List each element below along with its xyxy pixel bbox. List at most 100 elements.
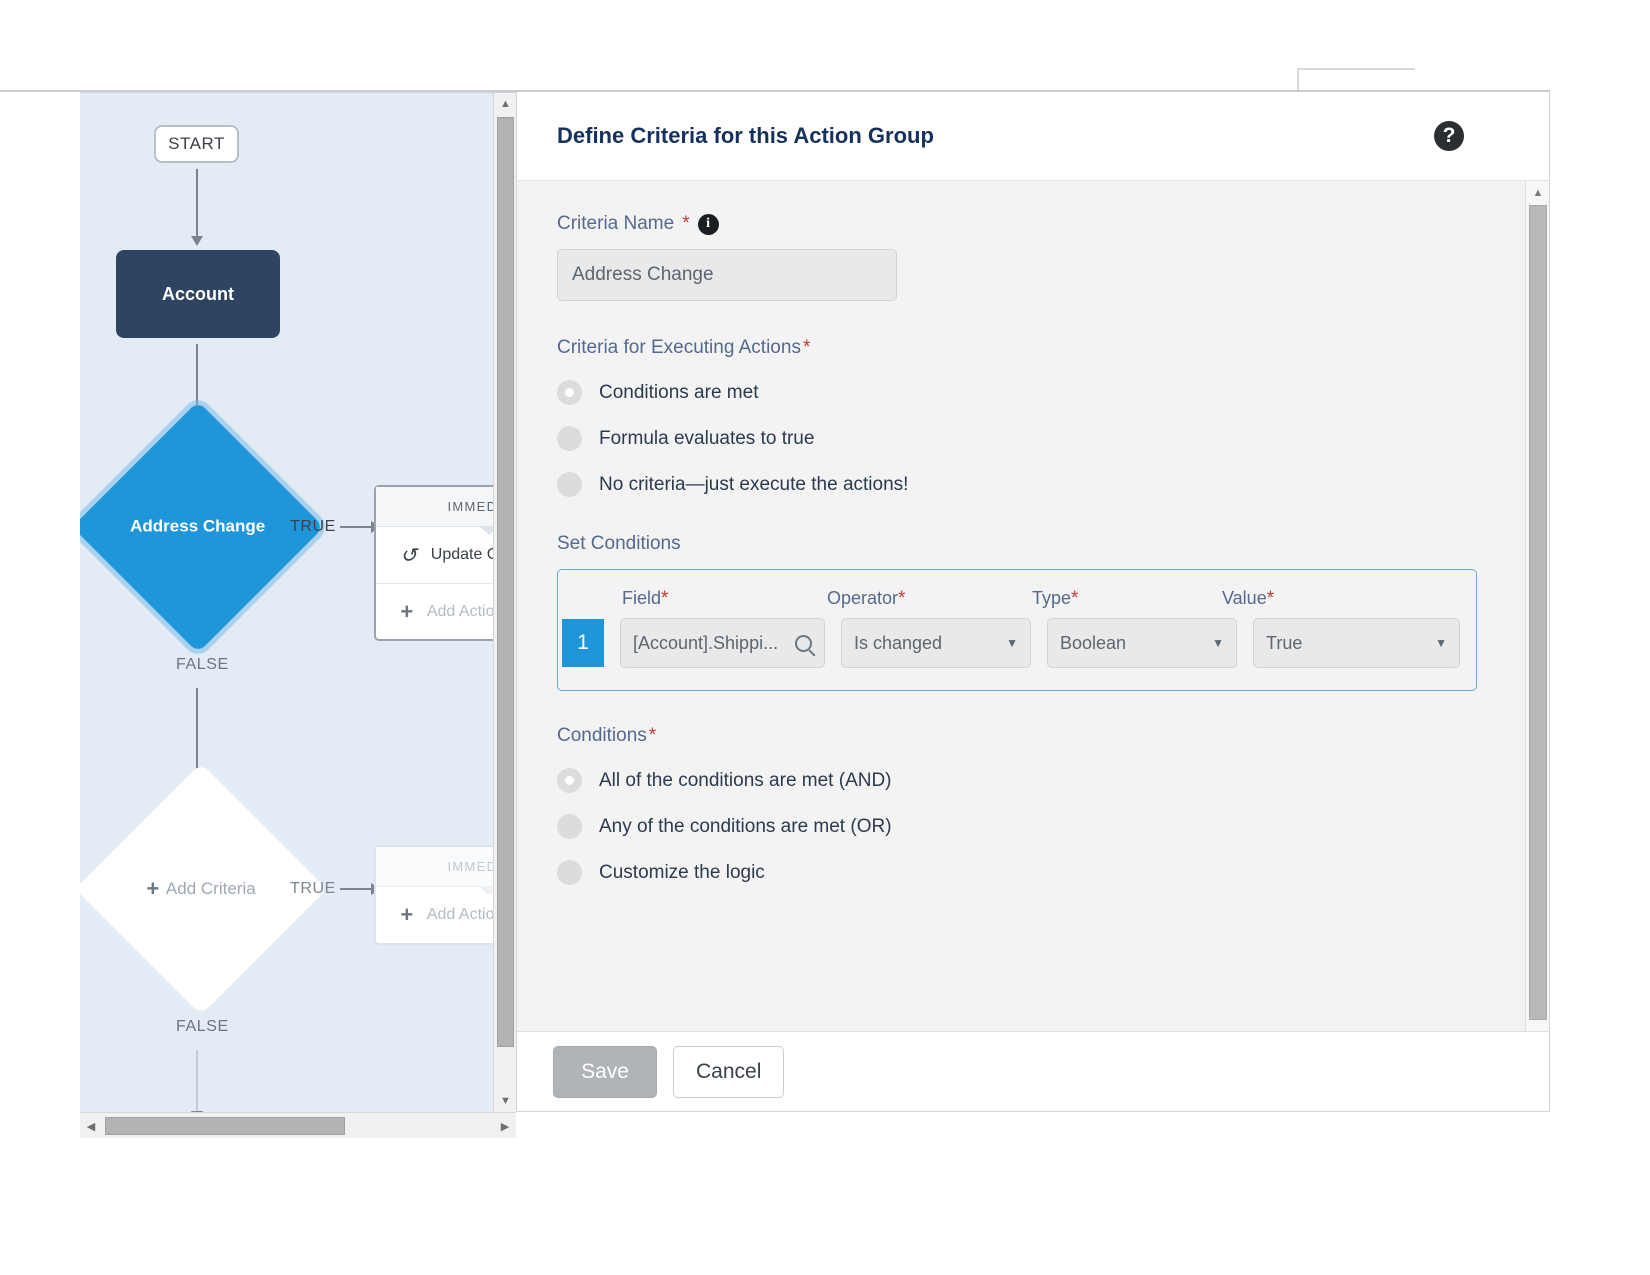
search-icon[interactable] xyxy=(795,634,812,652)
conditions-label-row: Conditions * xyxy=(557,725,1509,747)
add-action-label: Add Actio xyxy=(426,906,495,923)
scroll-up-arrow-icon[interactable]: ▲ xyxy=(1526,183,1549,203)
connector-start-to-object xyxy=(191,169,203,246)
flow-node-object-account[interactable]: Account xyxy=(116,250,280,338)
column-header-field: Field* xyxy=(622,588,827,610)
column-header-operator: Operator* xyxy=(827,588,1032,610)
table-row: 1 [Account].Shippi... Is changed ▼ Boole… xyxy=(558,618,1476,668)
required-marker: * xyxy=(802,337,811,358)
required-marker: * xyxy=(898,588,906,609)
flow-node-start-label: START xyxy=(168,134,225,153)
help-icon[interactable]: ? xyxy=(1434,121,1464,151)
flow-node-criteria-address-change[interactable]: Address Change xyxy=(80,401,324,653)
required-marker: * xyxy=(661,588,669,609)
column-header-value-label: Value xyxy=(1222,588,1267,608)
chevron-down-icon: ▼ xyxy=(1212,636,1224,650)
radio-label: No criteria—just execute the actions! xyxy=(599,473,909,495)
branch-label-false-2: FALSE xyxy=(176,1018,229,1035)
condition-value-select[interactable]: True ▼ xyxy=(1253,618,1460,668)
criteria-name-label: Criteria Name xyxy=(557,213,675,234)
column-header-field-label: Field xyxy=(622,588,662,608)
top-fragment-divider xyxy=(1297,68,1299,90)
radio-any-conditions-or[interactable]: Any of the conditions are met (OR) xyxy=(557,814,1509,839)
flow-node-add-criteria-label: Add Criteria xyxy=(166,879,256,898)
dialog-header: Define Criteria for this Action Group ? xyxy=(517,92,1549,180)
radio-label: Any of the conditions are met (OR) xyxy=(599,815,892,837)
radio-conditions-are-met[interactable]: Conditions are met xyxy=(557,380,1509,405)
column-header-value: Value* xyxy=(1222,588,1427,610)
column-header-operator-label: Operator xyxy=(827,588,899,608)
criteria-for-executing-label-row: Criteria for Executing Actions * xyxy=(557,337,1509,359)
condition-type-value: Boolean xyxy=(1060,632,1127,653)
scroll-left-arrow-icon[interactable]: ◀ xyxy=(80,1113,102,1139)
branch-label-true-2: TRUE xyxy=(290,880,336,897)
cancel-button[interactable]: Cancel xyxy=(673,1045,785,1098)
criteria-for-executing-label: Criteria for Executing Actions xyxy=(557,337,801,358)
canvas-vscroll-thumb[interactable] xyxy=(497,117,514,1047)
chevron-down-icon: ▼ xyxy=(1006,636,1018,650)
set-conditions-card: Field* Operator* Type* Value* 1 [Account… xyxy=(557,569,1477,691)
radio-button-icon[interactable] xyxy=(557,472,582,497)
scroll-down-arrow-icon[interactable]: ▼ xyxy=(494,1090,516,1112)
required-marker: * xyxy=(1266,588,1275,609)
dialog-vertical-scrollbar[interactable]: ▲ ▼ xyxy=(1525,181,1549,1071)
app-root: START Account Address Change TRUE FALSE … xyxy=(0,0,1650,1275)
column-header-type-label: Type xyxy=(1032,588,1072,608)
flow-node-start[interactable]: START xyxy=(154,125,239,163)
radio-label: Formula evaluates to true xyxy=(599,427,815,449)
info-icon[interactable]: i xyxy=(697,213,719,235)
branch-label-true-1: TRUE xyxy=(290,518,336,535)
set-conditions-header-row: Field* Operator* Type* Value* xyxy=(558,588,1476,610)
radio-button-icon[interactable] xyxy=(557,768,582,793)
process-flowchart-canvas[interactable]: START Account Address Change TRUE FALSE … xyxy=(80,92,516,1112)
criteria-name-input[interactable]: Address Change xyxy=(557,249,897,301)
conditions-label: Conditions xyxy=(557,725,647,746)
condition-field-input[interactable]: [Account].Shippi... xyxy=(620,618,825,668)
scroll-up-arrow-icon[interactable]: ▲ xyxy=(494,93,516,115)
radio-button-icon[interactable] xyxy=(557,380,582,405)
radio-label: Customize the logic xyxy=(599,861,765,883)
canvas-hscroll-thumb[interactable] xyxy=(105,1117,345,1135)
condition-row-number: 1 xyxy=(562,619,604,667)
condition-operator-value: Is changed xyxy=(854,632,943,653)
required-marker: * xyxy=(1071,588,1079,609)
top-fragment-line xyxy=(1297,68,1415,70)
flow-node-object-label: Account xyxy=(162,283,234,304)
radio-all-conditions-and[interactable]: All of the conditions are met (AND) xyxy=(557,768,1509,793)
connector-false-2 xyxy=(191,1050,203,1112)
criteria-name-label-row: Criteria Name * i xyxy=(557,213,1509,235)
connector-true-1 xyxy=(340,521,381,533)
flow-node-criteria-label: Address Change xyxy=(130,517,266,536)
save-button[interactable]: Save xyxy=(553,1045,657,1098)
scroll-right-arrow-icon[interactable]: ▶ xyxy=(494,1113,516,1139)
set-conditions-label: Set Conditions xyxy=(557,533,681,554)
radio-button-icon[interactable] xyxy=(557,426,582,451)
define-criteria-dialog: Define Criteria for this Action Group ? … xyxy=(516,92,1550,1112)
column-header-type: Type* xyxy=(1032,588,1222,610)
radio-label: All of the conditions are met (AND) xyxy=(599,769,892,791)
radio-label: Conditions are met xyxy=(599,381,759,403)
radio-formula-evaluates-to-true[interactable]: Formula evaluates to true xyxy=(557,426,1509,451)
branch-label-false-1: FALSE xyxy=(176,656,229,673)
condition-type-select[interactable]: Boolean ▼ xyxy=(1047,618,1237,668)
condition-value-value: True xyxy=(1266,632,1303,653)
chevron-down-icon: ▼ xyxy=(1435,636,1447,650)
dialog-body: Criteria Name * i Address Change Criteri… xyxy=(517,180,1549,1071)
flow-node-add-criteria-content: + Add Criteria xyxy=(146,876,256,901)
connector-true-2 xyxy=(340,883,381,895)
condition-field-value: [Account].Shippi... xyxy=(633,632,779,653)
flowchart-inner: START Account Address Change TRUE FALSE … xyxy=(80,93,516,1112)
required-marker: * xyxy=(648,725,657,746)
radio-button-icon[interactable] xyxy=(557,814,582,839)
criteria-name-value: Address Change xyxy=(572,264,714,285)
condition-operator-select[interactable]: Is changed ▼ xyxy=(841,618,1031,668)
dialog-vscroll-thumb[interactable] xyxy=(1529,205,1547,1020)
canvas-vertical-scrollbar[interactable]: ▲ ▼ xyxy=(493,93,516,1112)
radio-no-criteria[interactable]: No criteria—just execute the actions! xyxy=(557,472,1509,497)
radio-customize-the-logic[interactable]: Customize the logic xyxy=(557,860,1509,885)
canvas-horizontal-scrollbar[interactable]: ◀ ▶ xyxy=(80,1112,516,1138)
dialog-footer: Save Cancel xyxy=(517,1031,1549,1111)
radio-button-icon[interactable] xyxy=(557,860,582,885)
required-marker: * xyxy=(682,213,690,234)
add-action-label: Add Actio xyxy=(426,602,495,620)
